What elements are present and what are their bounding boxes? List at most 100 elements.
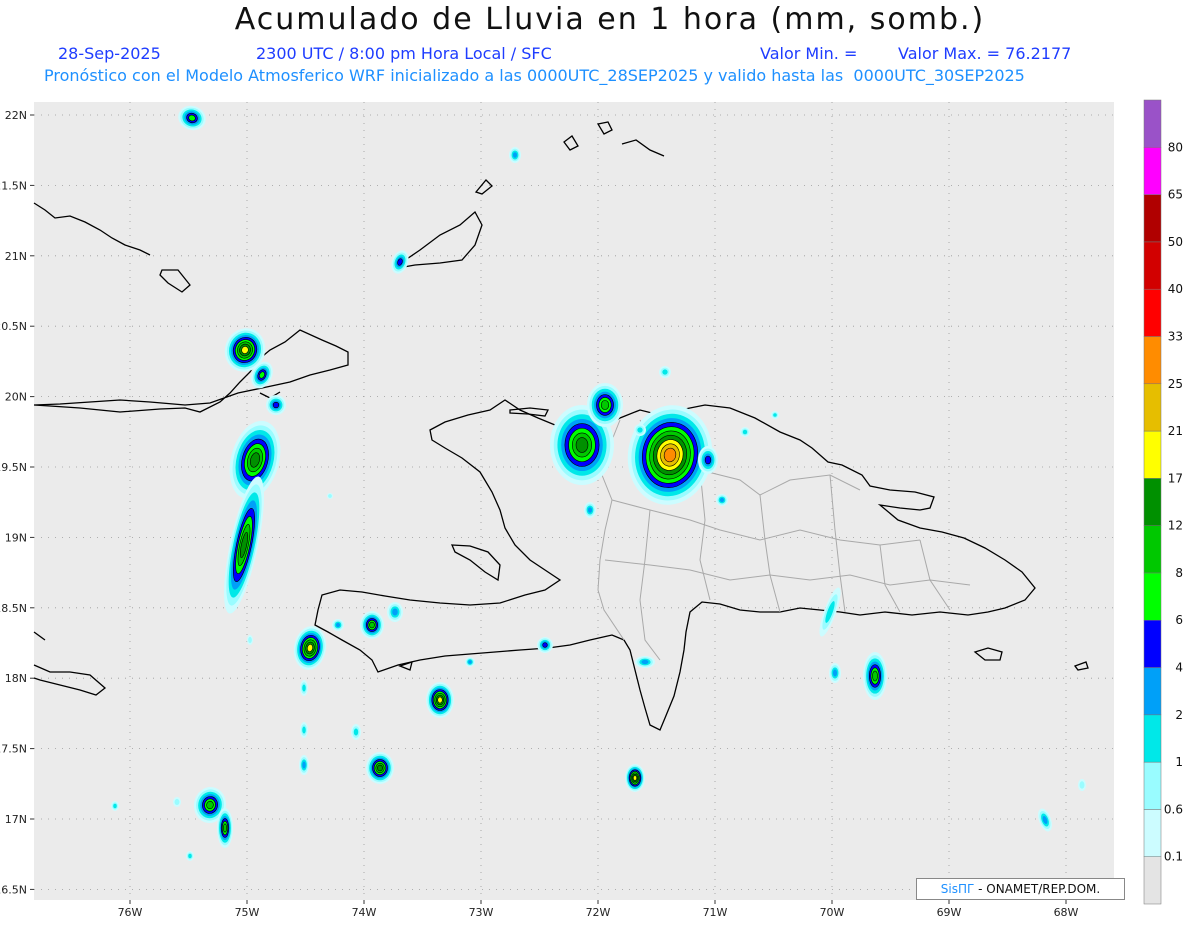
colorbar: 0.10.612468121721253340506580 <box>1143 99 1183 905</box>
colorbar-swatch <box>1143 525 1162 574</box>
rain-cell <box>327 493 333 499</box>
map-background <box>34 102 1114 900</box>
colorbar-label: 21 <box>1168 424 1183 438</box>
rain-contour <box>353 728 359 736</box>
rain-cell <box>426 682 454 718</box>
colorbar-swatch <box>1143 430 1162 479</box>
rain-contour <box>641 659 649 665</box>
rain-cell <box>360 611 384 639</box>
rainfall-map: 0.10.612468121721253340506580 22N21.5N21… <box>0 99 1183 919</box>
rain-cell <box>716 494 728 506</box>
rain-cell <box>698 446 718 474</box>
rain-cell <box>829 663 841 683</box>
rain-contour <box>377 764 383 772</box>
colorbar-label: 17 <box>1168 471 1183 485</box>
rain-cell <box>659 366 671 378</box>
rain-contour <box>223 823 227 833</box>
colorbar-swatch <box>1143 194 1162 243</box>
rain-cell <box>625 764 645 792</box>
colorbar-label: 65 <box>1168 188 1183 202</box>
colorbar-label: 0.6 <box>1164 802 1183 816</box>
lon-label: 74W <box>352 906 377 919</box>
colorbar-label: 33 <box>1168 329 1183 343</box>
lon-label: 69W <box>937 906 962 919</box>
rain-cell <box>584 502 596 518</box>
lat-label: 17.5N <box>0 743 27 756</box>
lat-label: 18N <box>5 672 27 685</box>
lat-label: 19N <box>5 531 27 544</box>
rain-cell <box>771 411 779 419</box>
lon-label: 75W <box>235 906 260 919</box>
rain-contour <box>1079 781 1085 789</box>
rain-contour <box>302 726 306 734</box>
rain-cell <box>366 752 394 784</box>
rain-contour <box>832 669 838 677</box>
colorbar-swatch <box>1143 619 1162 668</box>
colorbar-label: 0.1 <box>1164 850 1183 864</box>
lat-label: 17N <box>5 813 27 826</box>
lon-label: 68W <box>1054 906 1079 919</box>
rain-contour <box>369 621 375 629</box>
lon-label: 71W <box>703 906 728 919</box>
rain-contour <box>719 497 725 503</box>
colorbar-label: 2 <box>1175 708 1183 722</box>
colorbar-swatch <box>1143 99 1162 148</box>
colorbar-swatch <box>1143 761 1162 810</box>
rain-contour <box>302 684 306 692</box>
lat-label: 19.5N <box>0 461 27 474</box>
rain-contour <box>248 636 252 644</box>
colorbar-swatch <box>1143 856 1162 905</box>
colorbar-label: 1 <box>1175 755 1183 769</box>
rain-contour <box>600 400 610 410</box>
colorbar-label: 25 <box>1168 377 1183 391</box>
rain-contour <box>272 401 280 409</box>
rain-cell <box>387 602 403 622</box>
lat-label: 21N <box>5 250 27 263</box>
rain-cell <box>635 656 655 668</box>
colorbar-label: 12 <box>1168 519 1183 533</box>
rain-contour <box>637 427 643 433</box>
rain-cell <box>300 680 308 696</box>
rain-cell <box>351 724 361 740</box>
rain-contour <box>742 429 748 435</box>
rain-contour <box>392 608 398 616</box>
rain-cell <box>465 657 475 667</box>
rain-cell <box>247 635 253 645</box>
rain-contour <box>542 642 548 648</box>
colorbar-swatch <box>1143 714 1162 763</box>
rain-contour <box>174 798 180 806</box>
rain-cell <box>173 797 181 807</box>
rain-contour <box>872 670 878 682</box>
rain-cell <box>509 147 521 163</box>
rain-cell <box>266 395 286 415</box>
brand-logo: SisПГ <box>940 882 975 896</box>
rain-contour <box>587 507 593 513</box>
lon-label: 76W <box>118 906 143 919</box>
colorbar-swatch <box>1143 667 1162 716</box>
rain-contour <box>633 775 637 781</box>
lat-label: 18.5N <box>0 602 27 615</box>
colorbar-swatch <box>1143 241 1162 290</box>
rain-contour <box>113 803 117 809</box>
colorbar-swatch <box>1143 478 1162 526</box>
lat-label: 16.5N <box>0 883 27 896</box>
colorbar-label: 6 <box>1175 613 1183 627</box>
rain-cell <box>217 808 233 848</box>
colorbar-label: 8 <box>1175 566 1183 580</box>
rain-contour <box>512 152 518 158</box>
colorbar-swatch <box>1143 336 1162 385</box>
rain-contour <box>575 437 589 453</box>
colorbar-label: 4 <box>1175 661 1183 675</box>
rain-cell <box>634 424 646 436</box>
rain-cell <box>300 722 308 738</box>
colorbar-swatch <box>1143 147 1162 195</box>
rain-cell <box>863 652 887 700</box>
rain-contour <box>704 455 712 465</box>
colorbar-swatch <box>1143 572 1162 621</box>
lat-label: 22N <box>5 109 27 122</box>
rain-contour <box>335 622 341 628</box>
colorbar-swatch <box>1143 809 1162 857</box>
rain-cell <box>299 755 309 775</box>
rain-cell <box>537 637 553 653</box>
lon-label: 73W <box>469 906 494 919</box>
